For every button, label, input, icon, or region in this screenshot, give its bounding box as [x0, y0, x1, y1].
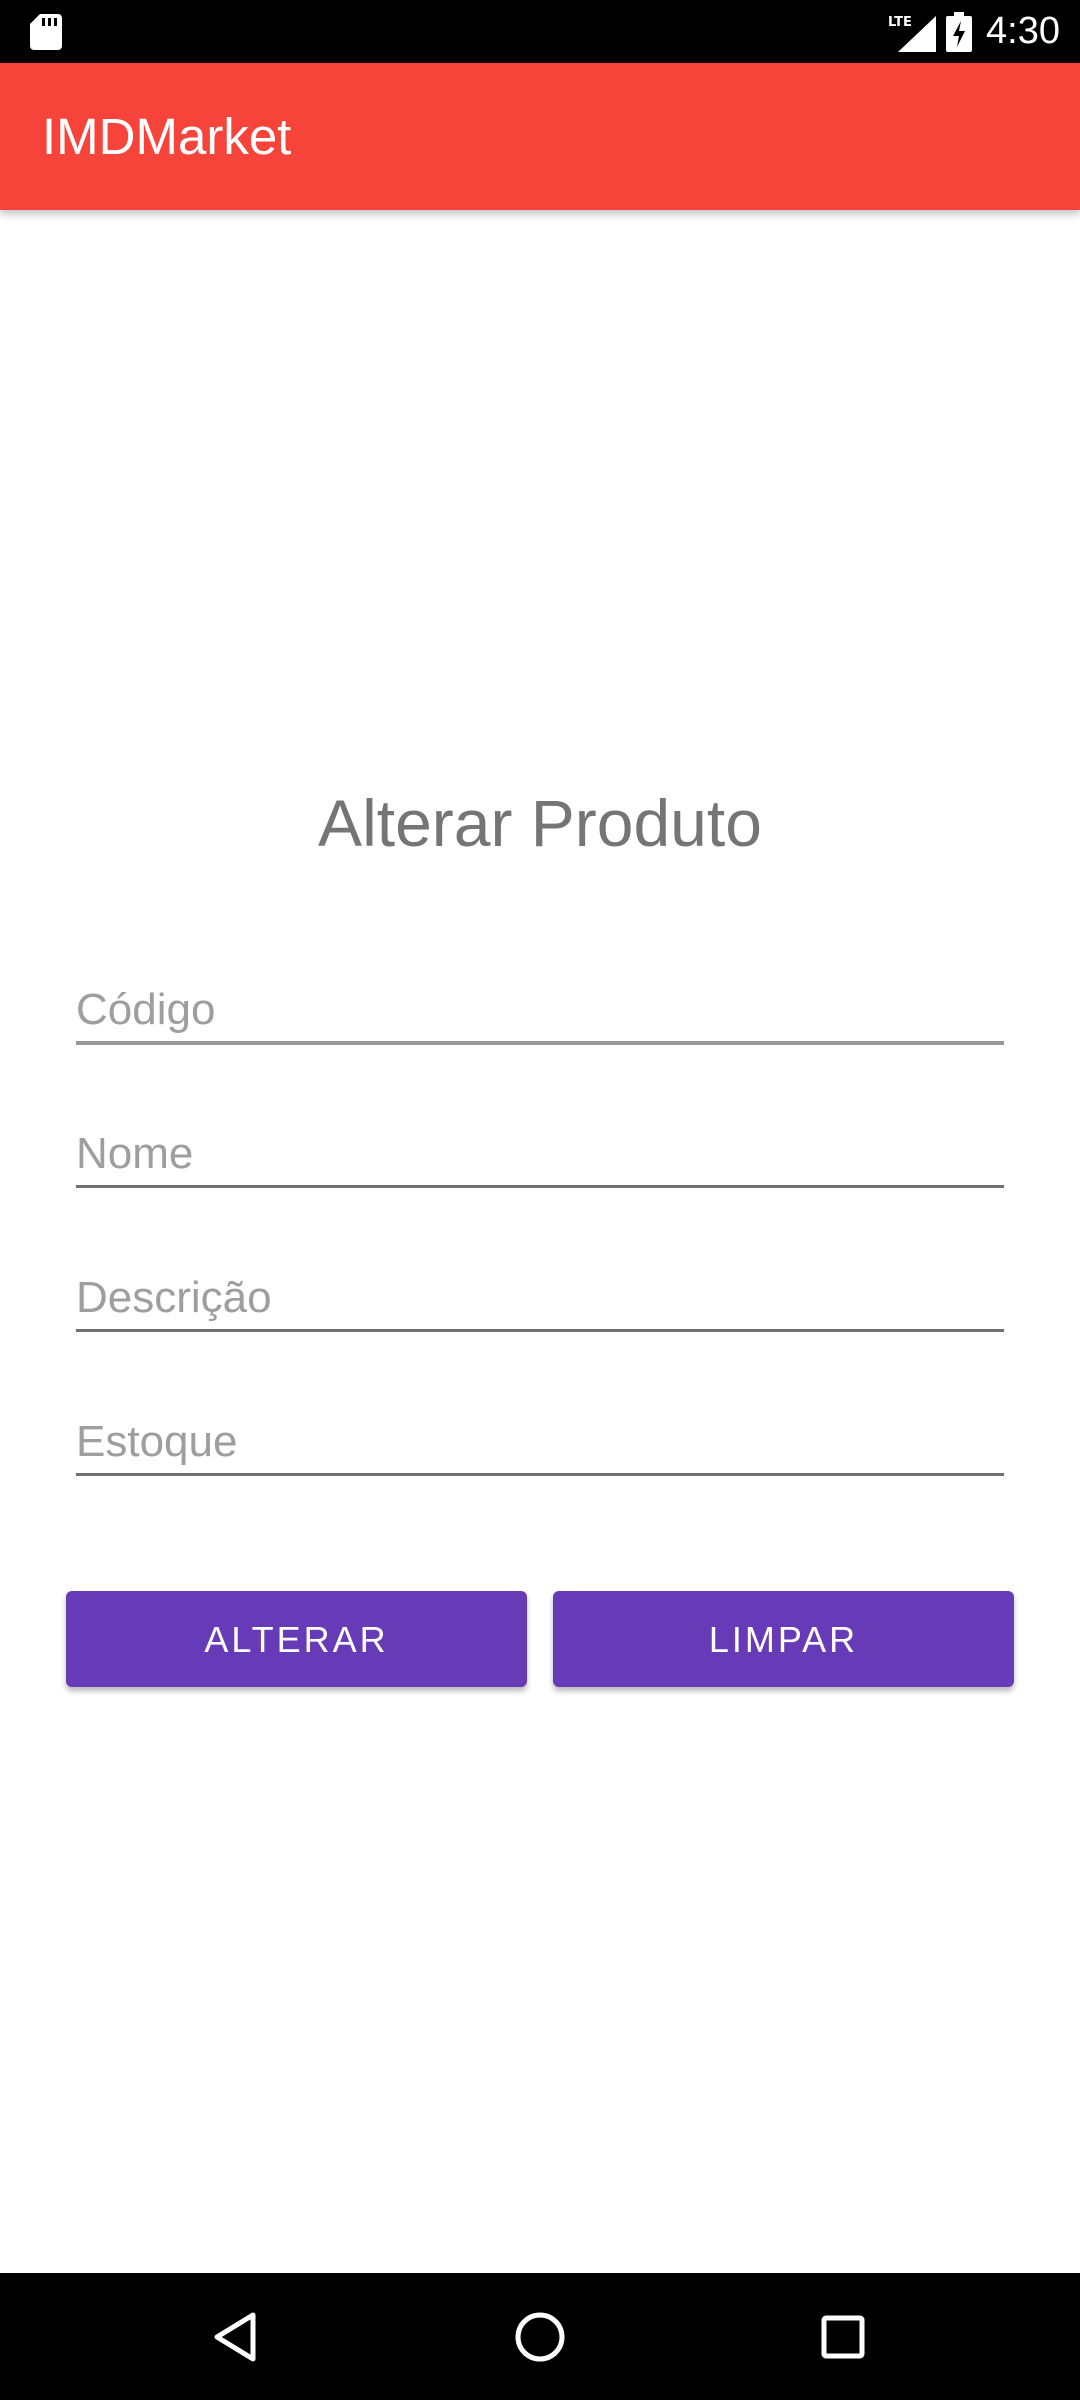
clock: 4:30 — [986, 10, 1060, 52]
home-icon — [515, 2312, 565, 2361]
back-icon — [214, 2312, 256, 2361]
status-bar: LTE 4:30 — [0, 0, 1080, 63]
estoque-field[interactable] — [76, 1386, 1004, 1476]
alterar-button[interactable]: ALTERAR — [66, 1591, 527, 1687]
navigation-bar — [0, 2273, 1080, 2400]
page-title: Alterar Produto — [318, 786, 762, 860]
battery-charging-icon — [946, 11, 973, 52]
app-title: IMDMarket — [42, 108, 292, 165]
nome-input[interactable] — [76, 1129, 1004, 1179]
recents-icon — [821, 2315, 865, 2358]
app-bar: IMDMarket — [0, 63, 1080, 210]
svg-text:LTE: LTE — [888, 15, 912, 30]
sd-card-icon — [30, 14, 62, 50]
codigo-input[interactable] — [76, 985, 1004, 1035]
limpar-button[interactable]: LIMPAR — [553, 1591, 1014, 1687]
home-button[interactable] — [480, 2273, 600, 2400]
descricao-field[interactable] — [76, 1242, 1004, 1332]
back-button[interactable] — [175, 2273, 295, 2400]
lte-signal-icon: LTE — [888, 15, 937, 52]
recents-button[interactable] — [783, 2273, 903, 2400]
nome-field[interactable] — [76, 1098, 1004, 1188]
codigo-field[interactable] — [76, 955, 1004, 1045]
estoque-input[interactable] — [76, 1417, 1004, 1467]
descricao-input[interactable] — [76, 1273, 1004, 1323]
